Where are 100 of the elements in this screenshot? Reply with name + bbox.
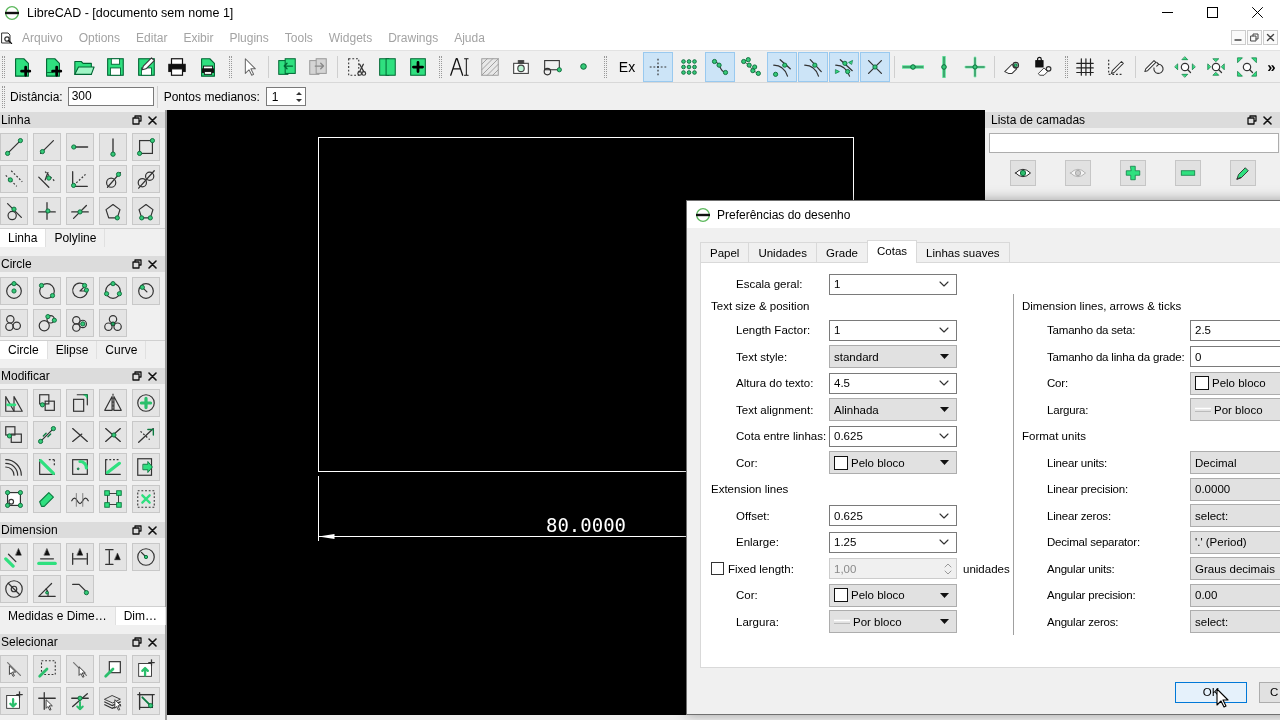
line-width-dropdown[interactable]: Por bloco bbox=[1190, 398, 1280, 422]
snap-button[interactable] bbox=[860, 51, 890, 82]
snap-button[interactable] bbox=[829, 51, 859, 82]
text-field[interactable]: 300 bbox=[67, 87, 154, 106]
tool-button[interactable] bbox=[33, 575, 61, 603]
tab[interactable]: Papel bbox=[700, 242, 750, 262]
toolbar-text-button[interactable]: Ex bbox=[612, 51, 642, 82]
close-icon[interactable] bbox=[148, 115, 157, 125]
tab[interactable]: Medidas e Dime… bbox=[0, 607, 116, 625]
dropdown[interactable]: Graus decimais bbox=[1190, 557, 1280, 581]
tool-button[interactable] bbox=[132, 543, 160, 571]
tool-button[interactable] bbox=[33, 687, 61, 715]
tool-button[interactable] bbox=[0, 485, 28, 513]
tool-button[interactable] bbox=[0, 421, 28, 449]
close-icon[interactable] bbox=[148, 259, 157, 269]
dropdown[interactable]: select: bbox=[1190, 610, 1280, 634]
tool-button[interactable] bbox=[66, 543, 94, 571]
tool-button[interactable] bbox=[99, 543, 127, 571]
filter-field[interactable] bbox=[989, 133, 1279, 153]
dropdown[interactable]: Alinhada bbox=[829, 398, 957, 422]
tool-button[interactable] bbox=[132, 133, 160, 161]
tool-button[interactable] bbox=[99, 197, 127, 225]
snap-button[interactable] bbox=[798, 51, 828, 82]
combo-box[interactable]: 0.625 bbox=[829, 425, 957, 447]
dropdown[interactable]: standard bbox=[829, 345, 957, 369]
tool-button[interactable] bbox=[0, 277, 28, 305]
tool-button[interactable] bbox=[33, 453, 61, 481]
close-icon[interactable] bbox=[148, 525, 157, 535]
tool-button[interactable] bbox=[99, 485, 127, 513]
close-icon[interactable] bbox=[148, 637, 157, 647]
combo-box[interactable]: 4.5 bbox=[829, 372, 957, 394]
color-dropdown[interactable]: Pelo bloco bbox=[1190, 371, 1280, 395]
tool-button[interactable] bbox=[99, 309, 127, 337]
dropdown[interactable]: '.' (Period) bbox=[1190, 530, 1280, 554]
layer-button[interactable] bbox=[1230, 160, 1256, 186]
tool-button[interactable] bbox=[33, 165, 61, 193]
combo-box[interactable]: 1 bbox=[829, 319, 957, 341]
tool-button[interactable] bbox=[0, 687, 28, 715]
overlapping-squares-icon[interactable] bbox=[132, 637, 142, 647]
document-magnifier-icon[interactable] bbox=[1, 31, 13, 44]
tool-button[interactable] bbox=[33, 543, 61, 571]
tool-button[interactable] bbox=[33, 277, 61, 305]
color-dropdown[interactable]: Pelo bloco bbox=[829, 583, 957, 607]
tool-button[interactable] bbox=[66, 277, 94, 305]
tool-button[interactable] bbox=[99, 277, 127, 305]
tab[interactable]: Cotas bbox=[867, 240, 918, 263]
tool-button[interactable] bbox=[99, 421, 127, 449]
tool-button[interactable] bbox=[99, 389, 127, 417]
tab[interactable]: Linhas suaves bbox=[916, 242, 1010, 262]
overlapping-squares-icon[interactable] bbox=[132, 115, 142, 125]
tool-button[interactable] bbox=[66, 165, 94, 193]
snap-button[interactable] bbox=[705, 51, 735, 82]
tool-button[interactable] bbox=[99, 165, 127, 193]
line-width-dropdown[interactable]: Por bloco bbox=[829, 610, 957, 634]
tool-button[interactable] bbox=[0, 453, 28, 481]
combo-box[interactable]: 1.25 bbox=[829, 531, 957, 553]
combo-box[interactable]: 0.625 bbox=[829, 505, 957, 527]
tab[interactable]: Elipse bbox=[47, 341, 98, 359]
tab[interactable]: Dim… bbox=[115, 607, 167, 625]
tool-button[interactable] bbox=[66, 389, 94, 417]
tool-button[interactable] bbox=[66, 309, 94, 337]
tab[interactable]: Linha bbox=[0, 229, 47, 247]
dropdown[interactable]: 0.00 bbox=[1190, 583, 1280, 607]
tool-button[interactable] bbox=[66, 421, 94, 449]
spin-box[interactable]: 1 bbox=[265, 87, 306, 106]
tool-button[interactable] bbox=[0, 389, 28, 417]
close-icon[interactable] bbox=[148, 371, 157, 381]
overlapping-squares-icon[interactable] bbox=[132, 371, 142, 381]
overlapping-squares-icon[interactable] bbox=[132, 525, 142, 535]
overlapping-squares-icon[interactable] bbox=[1247, 115, 1257, 125]
close-icon[interactable] bbox=[1252, 7, 1263, 18]
overlapping-squares-icon[interactable] bbox=[132, 259, 142, 269]
tool-button[interactable] bbox=[132, 165, 160, 193]
snap-button[interactable] bbox=[767, 51, 797, 82]
tool-button[interactable] bbox=[66, 687, 94, 715]
tab[interactable]: Circle bbox=[0, 341, 48, 359]
dialog-button[interactable]: C bbox=[1259, 682, 1280, 703]
tool-button[interactable] bbox=[0, 575, 28, 603]
tool-button[interactable] bbox=[66, 453, 94, 481]
close-icon[interactable] bbox=[1263, 115, 1272, 125]
overflow-button[interactable]: » bbox=[1263, 51, 1280, 82]
dropdown[interactable]: 0.0000 bbox=[1190, 477, 1280, 501]
tab[interactable]: Polyline bbox=[46, 229, 106, 247]
tool-button[interactable] bbox=[132, 687, 160, 715]
tool-button[interactable] bbox=[0, 309, 28, 337]
dropdown[interactable]: select: bbox=[1190, 504, 1280, 528]
layer-button[interactable] bbox=[1010, 160, 1036, 186]
tool-button[interactable] bbox=[132, 655, 160, 683]
tool-button[interactable] bbox=[99, 687, 127, 715]
tool-button[interactable] bbox=[132, 421, 160, 449]
tool-button[interactable] bbox=[132, 453, 160, 481]
tool-button[interactable] bbox=[0, 197, 28, 225]
tool-button[interactable] bbox=[99, 453, 127, 481]
tool-button[interactable] bbox=[132, 389, 160, 417]
combo-box[interactable]: 1 bbox=[829, 273, 957, 295]
tab[interactable]: Curve bbox=[97, 341, 147, 359]
tool-button[interactable] bbox=[33, 309, 61, 337]
tool-button[interactable] bbox=[0, 543, 28, 571]
tool-button[interactable] bbox=[132, 197, 160, 225]
tool-button[interactable] bbox=[33, 389, 61, 417]
